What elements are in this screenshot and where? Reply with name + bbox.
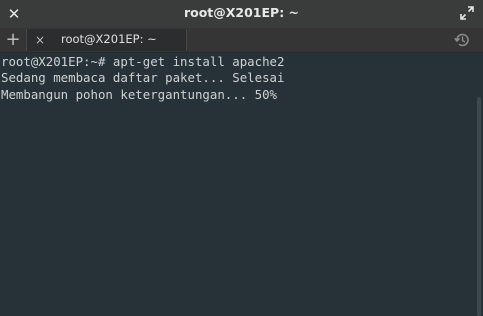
terminal-line: Sedang membaca daftar paket... Selesai xyxy=(1,70,285,85)
terminal-window: ✕ root@X201EP: ~ + × root@X201EP: ~ root… xyxy=(0,0,483,316)
history-icon[interactable] xyxy=(453,31,471,49)
terminal-output[interactable]: root@X201EP:~# apt-get install apache2 S… xyxy=(0,53,474,316)
tab-close-icon[interactable]: × xyxy=(33,29,47,51)
window-title: root@X201EP: ~ xyxy=(183,5,300,20)
tab-bar: + × root@X201EP: ~ xyxy=(0,28,483,53)
terminal-line: root@X201EP:~# apt-get install apache2 xyxy=(1,54,285,69)
new-tab-button[interactable]: + xyxy=(2,29,24,51)
terminal-line: Membangun pohon ketergantungan... 50% xyxy=(1,87,278,102)
tab-label: root@X201EP: ~ xyxy=(61,32,157,46)
maximize-icon[interactable] xyxy=(459,5,475,21)
scrollbar-thumb[interactable] xyxy=(477,97,481,316)
close-icon[interactable]: ✕ xyxy=(5,5,23,23)
tab-terminal[interactable]: × root@X201EP: ~ xyxy=(26,29,187,51)
scrollbar[interactable] xyxy=(474,53,483,316)
title-bar: ✕ root@X201EP: ~ xyxy=(0,0,483,28)
